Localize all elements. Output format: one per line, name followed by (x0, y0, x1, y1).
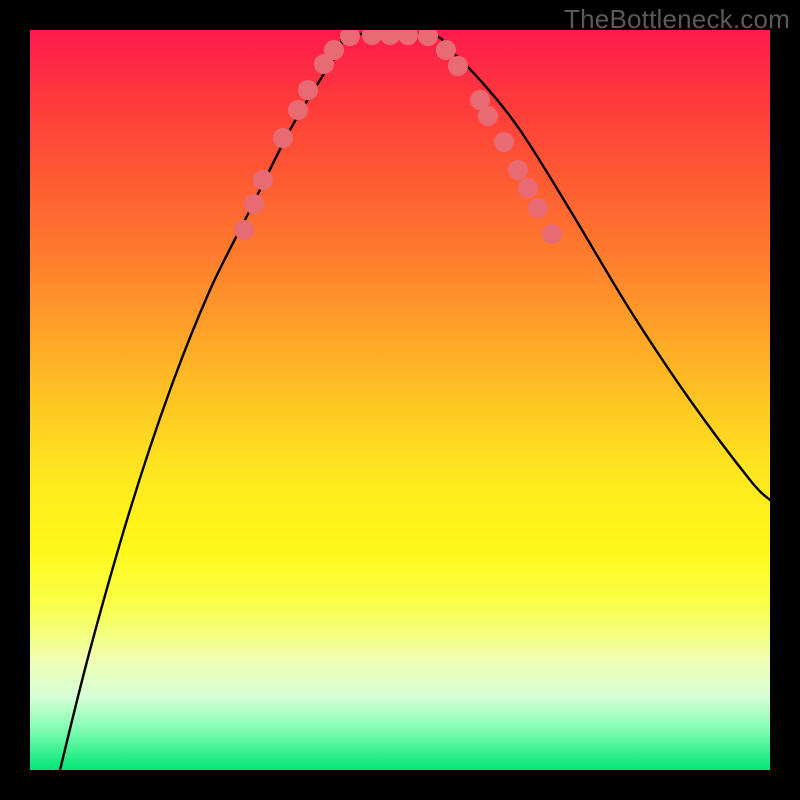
data-dot (244, 194, 264, 214)
data-dot (340, 30, 360, 46)
data-dot (528, 198, 548, 218)
data-dot (418, 30, 438, 46)
chart-frame: TheBottleneck.com (0, 0, 800, 800)
data-dot (362, 30, 382, 45)
data-dot (380, 30, 400, 45)
data-dot (508, 160, 528, 180)
data-dot (253, 170, 273, 190)
data-dot (288, 100, 308, 120)
data-dot (542, 224, 562, 244)
data-dot (494, 132, 514, 152)
data-dot (324, 40, 344, 60)
data-dot (398, 30, 418, 45)
data-dot (478, 106, 498, 126)
data-dot (448, 56, 468, 76)
plot-area (30, 30, 770, 770)
bottleneck-curve (60, 33, 770, 770)
data-dot (234, 220, 254, 240)
curve-lines (60, 33, 770, 770)
curve-dots (234, 30, 562, 244)
curve-svg (30, 30, 770, 770)
data-dot (436, 40, 456, 60)
data-dot (518, 178, 538, 198)
data-dot (298, 80, 318, 100)
data-dot (273, 128, 293, 148)
